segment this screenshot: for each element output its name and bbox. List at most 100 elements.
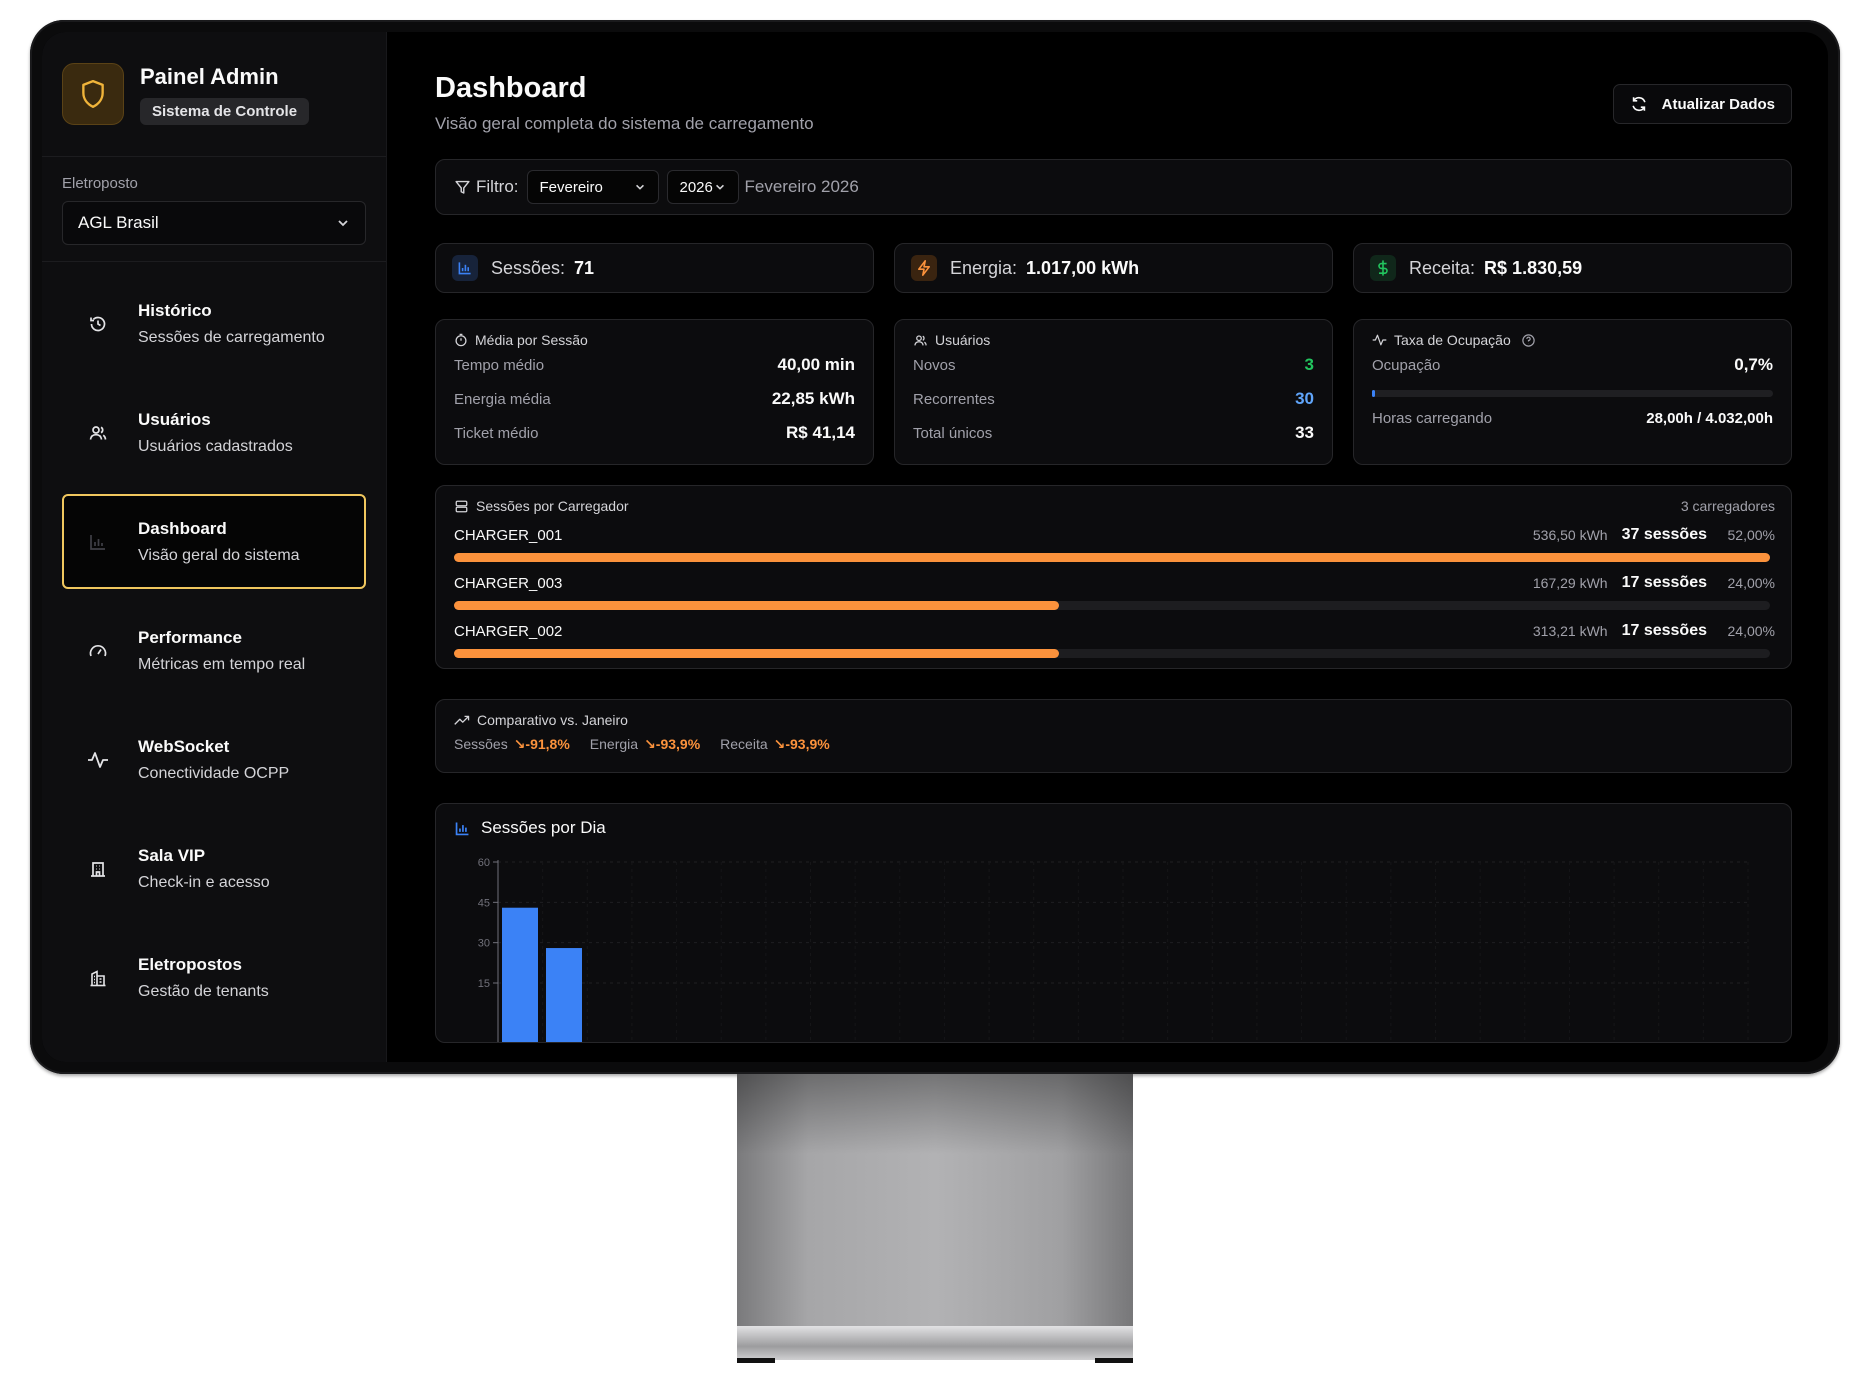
charger-row: CHARGER_002 313,21 kWh 17 sessões 24,00% bbox=[454, 619, 1775, 658]
bar-chart-icon bbox=[452, 255, 478, 281]
metric-value: R$ 41,14 bbox=[786, 423, 855, 442]
brand: Painel Admin Sistema de Controle bbox=[42, 32, 386, 157]
metric-label: Tempo médio bbox=[454, 356, 545, 374]
sidebar-item-eletropostos[interactable]: Eletropostos Gestão de tenants bbox=[62, 930, 366, 1025]
charger-progress-fill bbox=[454, 601, 1060, 610]
comparison-label: Sessões bbox=[454, 736, 508, 752]
charger-energy: 313,21 kWh bbox=[1532, 623, 1608, 639]
sidebar-item-sala-vip[interactable]: Sala VIP Check-in e acesso bbox=[62, 821, 366, 916]
filter-label-wrap: Filtro: bbox=[454, 177, 519, 197]
help-circle-icon[interactable] bbox=[1521, 333, 1536, 348]
metric-value: 3 bbox=[1304, 355, 1314, 374]
year-value: 2026 bbox=[679, 178, 713, 196]
nav-title: Usuários bbox=[138, 409, 211, 429]
metric-label: Horas carregando bbox=[1372, 409, 1493, 427]
card-title: Média por Sessão bbox=[475, 332, 588, 348]
gauge-icon bbox=[84, 637, 112, 665]
buildings-icon bbox=[84, 964, 112, 992]
sidebar-item-historico[interactable]: Histórico Sessões de carregamento bbox=[62, 276, 366, 371]
main-content: Dashboard Visão geral completa do sistem… bbox=[387, 32, 1828, 1062]
chargers-count: 3 carregadores bbox=[1680, 498, 1775, 514]
occupancy-bar bbox=[1372, 390, 1773, 397]
refresh-button[interactable]: Atualizar Dados bbox=[1612, 84, 1792, 124]
nav-title: Dashboard bbox=[138, 518, 227, 538]
nav-title: Performance bbox=[138, 627, 242, 647]
daily-bar bbox=[502, 907, 538, 1042]
comparison-label: Receita bbox=[720, 736, 768, 752]
sidebar: Painel Admin Sistema de Controle Eletrop… bbox=[42, 32, 387, 1062]
daily-bar bbox=[546, 948, 582, 1042]
monitor-base bbox=[737, 1326, 1133, 1360]
month-value: Fevereiro bbox=[539, 178, 603, 196]
comparison-item: Sessões ↘-91,8% bbox=[454, 736, 570, 753]
chevron-down-icon bbox=[715, 184, 724, 190]
sidebar-item-websocket[interactable]: WebSocket Conectividade OCPP bbox=[62, 712, 366, 807]
charger-name: CHARGER_001 bbox=[454, 526, 563, 544]
card-media-sessao: Média por Sessão Tempo médio 40,00 min En… bbox=[435, 319, 874, 465]
charger-name: CHARGER_003 bbox=[454, 574, 563, 592]
metric-value: 28,00h / 4.032,00h bbox=[1646, 409, 1773, 427]
brand-badge: Sistema de Controle bbox=[140, 97, 310, 125]
station-value: AGL Brasil bbox=[78, 213, 159, 232]
bar-chart-icon bbox=[455, 822, 469, 835]
page-title: Dashboard bbox=[435, 72, 587, 104]
server-icon bbox=[455, 500, 468, 512]
stat-label: Receita: bbox=[1409, 257, 1476, 278]
comparison-label: Energia bbox=[589, 736, 639, 752]
station-select[interactable]: AGL Brasil bbox=[62, 201, 366, 245]
year-select[interactable]: 2026 bbox=[666, 170, 739, 204]
timer-icon bbox=[455, 333, 467, 347]
stat-sessions: Sessões: 71 bbox=[435, 243, 874, 293]
daily-sessions-panel: Sessões por Dia 15 30 45 60 bbox=[435, 803, 1792, 1043]
charger-progress-fill bbox=[454, 553, 1770, 562]
summary-cards: Média por Sessão Tempo médio 40,00 min En… bbox=[435, 319, 1792, 465]
charger-name: CHARGER_002 bbox=[454, 622, 563, 640]
card-ocupacao: Taxa de Ocupação Ocupação 0,7% Horas carr… bbox=[1353, 319, 1792, 465]
comparison-panel: Comparativo vs. Janeiro Sessões ↘-91,8% E… bbox=[435, 699, 1792, 773]
charger-progress-track bbox=[454, 601, 1770, 610]
comparison-item: Energia ↘-93,9% bbox=[590, 736, 700, 753]
base-foot bbox=[737, 1358, 775, 1363]
stat-value: 71 bbox=[574, 257, 595, 278]
base-foot bbox=[1095, 1358, 1133, 1363]
charger-percent: 24,00% bbox=[1727, 623, 1775, 639]
chevron-down-icon bbox=[635, 184, 644, 190]
sidebar-item-dashboard[interactable]: Dashboard Visão geral do sistema bbox=[62, 494, 366, 589]
history-icon bbox=[84, 310, 112, 338]
nav-subtitle: Gestão de tenants bbox=[138, 982, 269, 1000]
month-select[interactable]: Fevereiro bbox=[526, 170, 659, 204]
nav-subtitle: Conectividade OCPP bbox=[138, 764, 290, 782]
chevron-down-icon bbox=[338, 220, 348, 227]
charger-sessions: 17 sessões bbox=[1621, 574, 1707, 591]
nav-title: Sala VIP bbox=[138, 845, 206, 865]
charger-percent: 24,00% bbox=[1727, 575, 1775, 591]
charger-energy: 536,50 kWh bbox=[1532, 527, 1608, 543]
comparison-title: Comparativo vs. Janeiro bbox=[477, 712, 628, 728]
charger-progress-track bbox=[454, 553, 1770, 562]
nav-subtitle: Check-in e acesso bbox=[138, 873, 270, 891]
metric-value: 40,00 min bbox=[777, 355, 856, 374]
sidebar-item-usuarios[interactable]: Usuários Usuários cadastrados bbox=[62, 385, 366, 480]
brand-title: Painel Admin bbox=[140, 63, 279, 89]
metric-label: Recorrentes bbox=[913, 390, 995, 408]
nav-subtitle: Métricas em tempo real bbox=[138, 655, 306, 673]
stand-shadow bbox=[737, 1074, 1133, 1154]
chargers-title: Sessões por Carregador bbox=[476, 498, 629, 514]
activity-icon bbox=[1372, 334, 1387, 346]
chargers-panel: Sessões por Carregador 3 carregadores CH… bbox=[435, 485, 1792, 669]
y-tick-label: 15 bbox=[478, 978, 490, 990]
refresh-label: Atualizar Dados bbox=[1661, 95, 1775, 113]
sidebar-item-performance[interactable]: Performance Métricas em tempo real bbox=[62, 603, 366, 698]
stat-value: R$ 1.830,59 bbox=[1484, 257, 1583, 278]
metric-value: 22,85 kWh bbox=[771, 389, 855, 408]
filter-bar: Filtro: Fevereiro 2026 Fevereiro 2026 bbox=[435, 159, 1792, 215]
page-subtitle: Visão geral completa do sistema de carre… bbox=[435, 114, 814, 133]
station-selector: Eletroposto AGL Brasil bbox=[42, 157, 386, 262]
dollar-icon bbox=[1370, 255, 1396, 281]
charger-row: CHARGER_001 536,50 kWh 37 sessões 52,00% bbox=[454, 523, 1775, 562]
sidebar-nav: Histórico Sessões de carregamento Usuári… bbox=[42, 262, 386, 1025]
metric-label: Energia média bbox=[454, 390, 551, 408]
comparison-value: ↘-91,8% bbox=[513, 736, 570, 752]
screen: Painel Admin Sistema de Controle Eletrop… bbox=[42, 32, 1828, 1062]
nav-subtitle: Visão geral do sistema bbox=[138, 546, 300, 564]
